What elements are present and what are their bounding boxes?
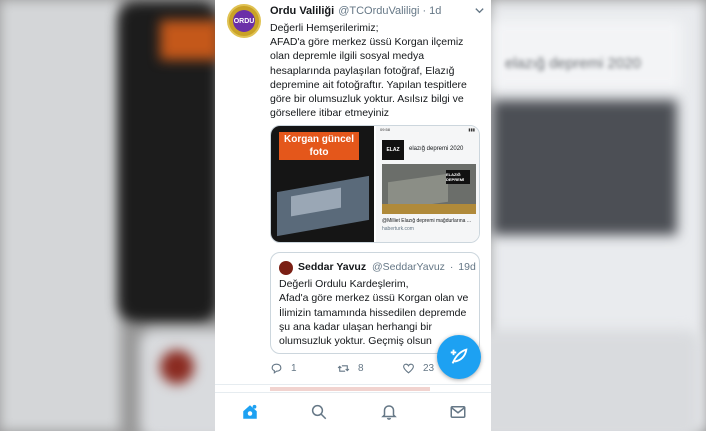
like-button[interactable]: 23 [402,362,434,375]
heart-icon [403,363,414,374]
tweet-line: AFAD'a göre merkez üssü Korgan ilçemiz [270,36,464,49]
tweet-line: Değerli Hemşerilerimiz; [270,22,379,34]
quote-line: Değerli Ordulu Kardeşlerim, [279,278,409,290]
photo-caption: @Milliet Elazığ depremi mağdurlarına ... [382,218,471,224]
tweet-header: Ordu Valiliği @TCOrduValiligi · 1d [270,5,485,17]
compose-feather-icon [450,348,468,364]
photo-badge: ELAZIĞ DEPREMİ [446,170,470,184]
separator: · [422,5,427,17]
phone-screen: ORDU Ordu Valiliği @TCOrduValiligi · 1d … [215,0,491,431]
quoted-tweet-header: Seddar Yavuz @SeddarYavuz · 19d [298,261,476,273]
tab-messages[interactable] [448,402,468,422]
search-icon [311,404,327,420]
status-time: 09:58 [380,127,391,132]
tab-notifications[interactable] [379,402,399,422]
news-logo: ELAZ [382,140,404,160]
retweet-count: 8 [358,363,364,374]
reply-button[interactable]: 1 [270,362,297,375]
phone-status-bar: 09:58 ▮▮▮ [376,126,479,133]
bg-right-text: elazığ depremi 2020 [505,55,641,72]
tab-home[interactable] [240,402,260,422]
tweet-line: görsellere itibar etmeyiniz [270,107,390,120]
separator: · [449,261,454,273]
quote-line: Afad'a göre merkez üssü Korgan olan ve [279,292,469,305]
avatar-emblem: ORDU [233,10,255,32]
quote-line: İlimizin tamamında hissedilen depremde [279,306,467,319]
bg-avatar [160,350,194,384]
divider [215,384,491,385]
chevron-down-icon[interactable] [474,5,485,19]
timestamp[interactable]: 1d [429,5,441,17]
tweet-line: depremine ait fotoğraftır. Yapılan tespi… [270,78,467,91]
home-icon [243,404,257,419]
timestamp: 19d [458,261,476,273]
reply-icon [271,363,282,374]
user-handle[interactable]: @TCOrduValiligi [338,5,419,17]
bottom-tab-bar [215,392,491,431]
media-grid[interactable]: Korgan güncel foto 09:58 ▮▮▮ ELAZ elazığ… [270,125,480,243]
retweet-button[interactable]: 8 [337,362,364,375]
compose-tweet-button[interactable] [437,335,481,379]
avatar[interactable] [279,261,293,275]
avatar[interactable]: ORDU [227,4,261,38]
bg-right-photo [492,100,677,235]
photo-caption: Korgan güncel foto [279,132,359,160]
display-name[interactable]: Ordu Valiliği [270,5,334,17]
bg-left-area [0,0,120,431]
status-icons: ▮▮▮ [468,127,475,132]
media-photo-left[interactable]: Korgan güncel foto [271,126,374,242]
user-handle: @SeddarYavuz [372,261,445,273]
photo-source: haberturk.com [382,226,414,232]
reply-count: 1 [291,363,297,374]
next-tweet-peek [270,387,430,391]
bg-orange-label [160,20,220,60]
tweet-line: göre bir olumsuzluk yoktur. Asılsız bilg… [270,93,464,106]
tweet-text: Değerli Hemşerilerimiz; AFAD'a göre merk… [270,21,485,120]
retweet-icon [337,365,350,372]
bell-icon [381,405,397,420]
tab-search[interactable] [309,402,329,422]
media-photo-right[interactable]: 09:58 ▮▮▮ ELAZ elazığ depremi 2020 ELAZI… [374,126,479,242]
search-query-text: elazığ depremi 2020 [409,146,464,152]
like-count: 23 [423,363,435,374]
tweet-line: olan depremle ilgili sosyal medya [270,50,425,63]
display-name: Seddar Yavuz [298,261,367,273]
tweet-line: hesaplarında paylaşılan fotoğraf, Elazığ [270,64,455,77]
quote-line: şu ana kadar ulaşan herhangi bir [279,320,432,333]
mail-icon [450,406,466,418]
